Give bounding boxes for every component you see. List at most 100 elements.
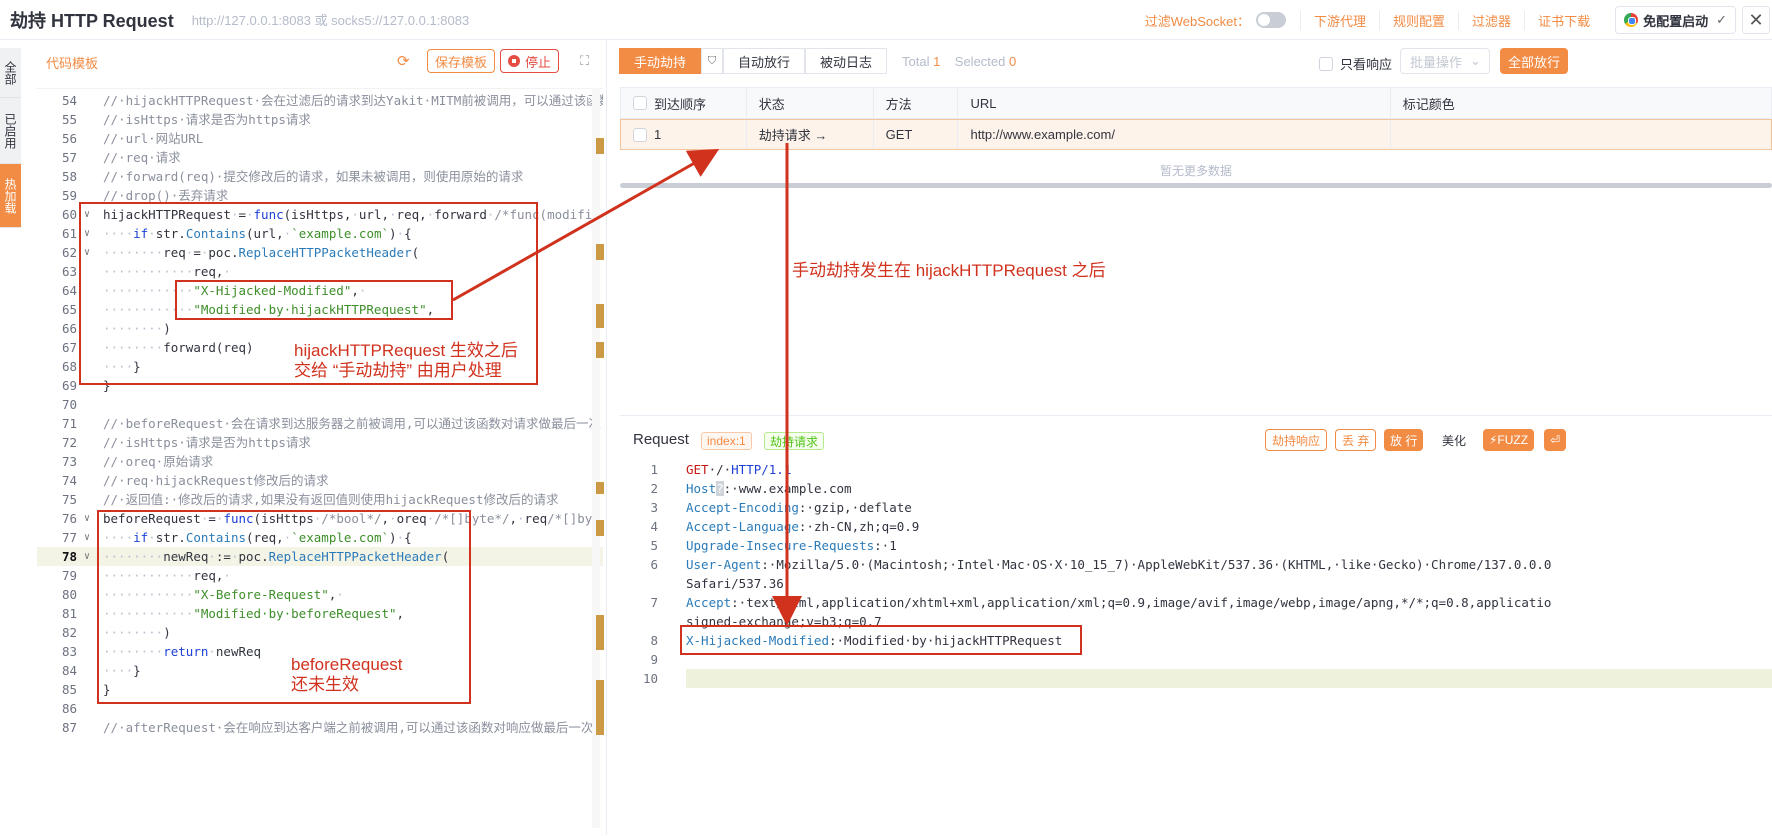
line-number: 3 [650,500,658,515]
tab-passive-log[interactable]: 被动日志 [805,48,888,74]
line-number: 59 [61,188,77,203]
request-text: Upgrade-Insecure-Requests:·1 [686,538,897,553]
launch-browser-button[interactable]: 免配置启动 ✓ [1615,6,1736,34]
gutter-marker [596,520,604,536]
drop-button[interactable]: 丢 弃 [1335,429,1377,451]
table-scrollbar[interactable] [620,183,1772,188]
request-text: GET·/·HTTP/1.1 [686,462,792,477]
line-number: 76 [61,511,77,526]
code-line[interactable]: 73 //·oreq·原始请求 [37,452,603,471]
code-text: //·isHttps·请求是否为https请求 [103,112,311,127]
row-checkbox[interactable] [633,127,647,142]
expand-icon[interactable]: ⛶ [580,53,589,69]
code-text: //·hijackHTTPRequest·会在过滤后的请求到达Yakit·MIT… [103,93,603,108]
only-response-label: 只看响应 [1340,57,1393,72]
line-number: 62 [61,245,77,260]
request-text: Host?:·www.example.com [686,481,852,496]
fuzz-button[interactable]: ⚡FUZZ [1483,429,1535,451]
line-number: 67 [61,340,77,355]
line-number: 58 [61,169,77,184]
code-line[interactable]: 54 //·hijackHTTPRequest·会在过滤后的请求到达Yakit·M… [37,91,603,110]
save-template-button[interactable]: 保存模板 [427,49,496,73]
table-row[interactable]: 1 劫持请求 → GET http://www.example.com/ [620,119,1772,150]
tab-auto-pass[interactable]: 自动放行 [723,48,806,74]
code-editor[interactable]: 54 //·hijackHTTPRequest·会在过滤后的请求到达Yakit·M… [37,88,603,835]
batch-label: 批量操作 [1410,54,1463,70]
code-line[interactable]: 70 [37,395,603,414]
shield-icon[interactable]: ⛉ [701,48,724,74]
fold-chevron-icon[interactable]: ∨ [84,547,90,566]
stop-button[interactable]: 停止 [500,49,560,73]
checkbox[interactable] [1319,56,1333,71]
code-text: //·beforeRequest·会在请求到达服务器之前被调用,可以通过该函数对… [103,416,601,431]
refresh-icon[interactable]: ⟳ [397,52,410,70]
line-number: 82 [61,625,77,640]
col-order[interactable]: 到达顺序 [621,88,747,118]
annotation-text-2: beforeRequest 还未生效 [291,655,403,694]
code-line[interactable]: 72 //·isHttps·请求是否为https请求 [37,433,603,452]
code-template-panel: 代码模板 ⟳ 保存模板 停止 ⛶ 54 //·hijackHTTPRequest·… [21,40,607,835]
batch-operation-select[interactable]: 批量操作 ⌄ [1400,48,1490,74]
code-line[interactable]: 87 //·afterRequest·会在响应到达客户端之前被调用,可以通过该函数… [37,718,603,737]
line-number: 71 [61,416,77,431]
pass-all-button[interactable]: 全部放行 [1500,48,1569,74]
request-title: Request [633,431,689,448]
fold-chevron-icon[interactable]: ∨ [84,509,90,528]
cert-download-link[interactable]: 证书下载 [1524,10,1603,30]
line-number: 70 [61,397,77,412]
side-tab-all[interactable]: 全部 [0,48,21,98]
enter-icon[interactable]: ⏎ [1544,429,1566,451]
code-line[interactable]: 75 //·返回值:·修改后的请求,如果没有返回值则使用hijackRequest… [37,490,603,509]
request-text: User-Agent:·Mozilla/5.0·(Macintosh;·Inte… [686,557,1552,572]
launch-label: 免配置启动 [1643,13,1709,29]
gutter-marker [596,680,604,735]
code-line[interactable]: 56 //·url·网站URL [37,129,603,148]
annotation-text-3: 手动劫持发生在 hijackHTTPRequest 之后 [792,261,1106,280]
side-tab-hot-load[interactable]: 热加载 [0,164,21,228]
line-number: 74 [61,473,77,488]
chevron-down-icon: ⌄ [1470,53,1481,68]
beautify-button[interactable]: 美化 [1435,429,1474,451]
downstream-proxy-link[interactable]: 下游代理 [1300,10,1379,30]
line-number: 72 [61,435,77,450]
line-number: 75 [61,492,77,507]
close-button[interactable]: ✕ [1742,6,1770,34]
line-number: 87 [61,720,77,735]
request-text: Accept-Language:·zh-CN,zh;q=0.9 [686,519,920,534]
fold-chevron-icon[interactable]: ∨ [84,528,90,547]
row-order-value: 1 [654,127,662,142]
code-line[interactable]: 57 //·req·请求 [37,148,603,167]
stop-icon [508,55,520,67]
rule-config-link[interactable]: 规则配置 [1379,10,1458,30]
row-status: 劫持请求 → [747,120,874,149]
row-method: GET [874,120,959,149]
hijack-response-button[interactable]: 劫持响应 [1265,429,1328,451]
line-number: 1 [650,462,658,477]
row-color [1391,120,1771,149]
annotation-text-1: hijackHTTPRequest 生效之后 交给 “手动劫持” 由用户处理 [294,341,518,380]
line-number: 57 [61,150,77,165]
code-text: //·url·网站URL [103,131,204,146]
line-number: 85 [61,682,77,697]
no-more-data: 暂无更多数据 [1159,164,1232,178]
code-text: //·req·请求 [103,150,181,165]
tab-manual-hijack[interactable]: 手动劫持 [619,48,702,74]
line-number: 54 [61,93,77,108]
code-line[interactable]: 71 //·beforeRequest·会在请求到达服务器之前被调用,可以通过该函… [37,414,603,433]
websocket-filter-toggle[interactable] [1256,12,1287,28]
line-number: 68 [61,359,77,374]
line-number: 9 [650,652,658,667]
hijack-table: 到达顺序 状态 方法 URL 标记颜色 1 劫持请求 → GET http://… [620,87,1772,179]
side-tab-enabled[interactable]: 已启用 [0,98,21,164]
line-number: 8 [650,633,658,648]
pass-button[interactable]: 放 行 [1384,429,1424,451]
code-line[interactable]: 58 //·forward(req)·提交修改后的请求，如果未被调用，则使用原始的… [37,167,603,186]
line-number: 4 [650,519,658,534]
col-order-label: 到达顺序 [654,96,707,112]
code-line[interactable]: 74 //·req·hijackRequest修改后的请求 [37,471,603,490]
line-number: 80 [61,587,77,602]
code-line[interactable]: 55 //·isHttps·请求是否为https请求 [37,110,603,129]
filter-link[interactable]: 过滤器 [1458,10,1524,30]
only-response-checkbox[interactable]: 只看响应 [1319,54,1392,73]
select-all-checkbox[interactable] [633,96,647,110]
